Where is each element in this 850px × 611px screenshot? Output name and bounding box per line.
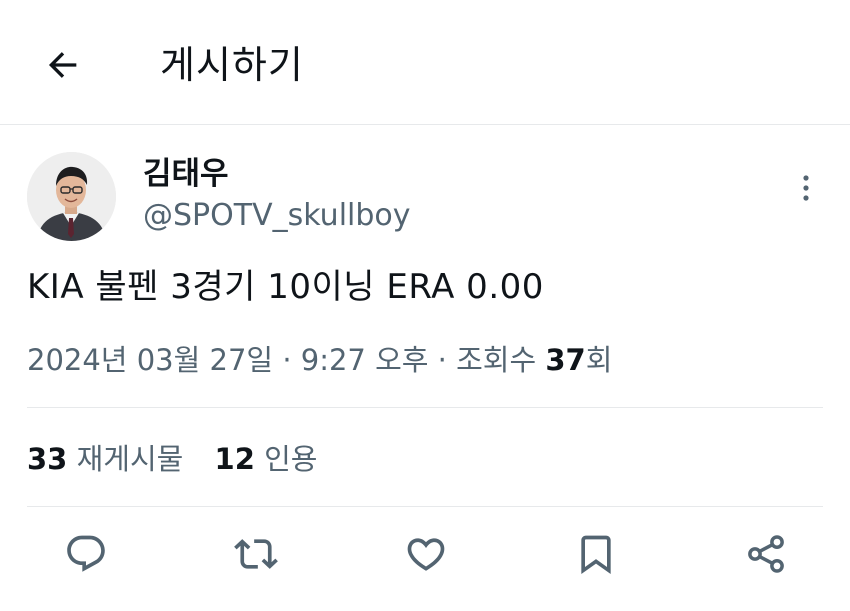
post-date: 2024년 03월 27일	[27, 343, 274, 377]
like-icon	[407, 538, 445, 571]
reposts-label: 재게시물	[76, 442, 184, 476]
more-vertical-icon	[803, 175, 809, 201]
views-suffix: 회	[585, 343, 613, 377]
profile-photo	[27, 152, 116, 241]
meta-separator: ·	[282, 343, 292, 377]
bookmark-icon	[581, 535, 611, 575]
author-name[interactable]: 김태우	[143, 153, 229, 195]
post-meta: 2024년 03월 27일 · 9:27 오후 · 조회수 37회	[27, 338, 612, 382]
quotes-stat[interactable]: 12 인용	[215, 437, 318, 481]
top-bar: 게시하기	[0, 0, 850, 125]
quotes-count: 12	[214, 442, 255, 476]
avatar[interactable]	[27, 152, 116, 241]
repost-button[interactable]	[232, 530, 280, 578]
action-bar	[0, 530, 850, 594]
reply-icon	[67, 535, 105, 572]
more-options-button[interactable]	[790, 168, 822, 208]
like-button[interactable]	[402, 530, 450, 578]
meta-separator: ·	[437, 343, 447, 377]
post-stats: 33 재게시물 12 인용	[27, 437, 317, 481]
page-title: 게시하기	[160, 43, 304, 87]
arrow-left-icon	[48, 52, 77, 78]
reposts-stat[interactable]: 33 재게시물	[27, 437, 183, 481]
divider	[27, 407, 823, 408]
bookmark-button[interactable]	[572, 530, 620, 578]
back-button[interactable]	[36, 38, 90, 92]
share-button[interactable]	[742, 530, 790, 578]
reposts-count: 33	[27, 442, 68, 476]
reply-button[interactable]	[62, 530, 110, 578]
views-label: 조회수	[456, 343, 537, 377]
author-handle[interactable]: @SPOTV_skullboy	[143, 195, 411, 237]
views-count: 37	[545, 343, 586, 377]
post-text: KIA 불펜 3경기 10이닝 ERA 0.00	[27, 267, 544, 307]
divider	[27, 506, 823, 507]
repost-icon	[234, 539, 278, 569]
share-icon	[748, 535, 784, 573]
post-time: 9:27 오후	[300, 343, 429, 377]
quotes-label: 인용	[264, 442, 318, 476]
